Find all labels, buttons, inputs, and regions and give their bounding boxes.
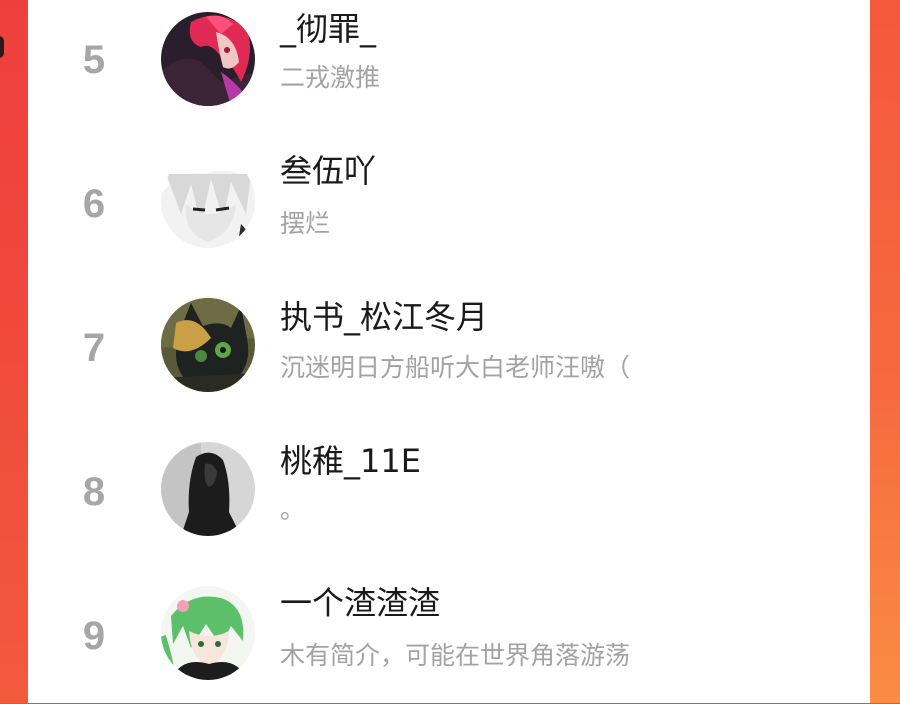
avatar[interactable] [161,586,255,680]
bio: 沉迷明日方船听大白老师汪嗷（ [280,353,631,382]
bio: 摆烂 [280,209,331,238]
bio: 木有简介，可能在世界角落游荡 [280,641,631,670]
avatar-cat-mask-hero-icon [161,298,255,392]
left-background-strip [0,0,28,703]
bio: 二戎激推 [280,63,381,92]
username: _彻罪_ [280,10,377,48]
avatar[interactable] [161,12,255,106]
avatar-red-hair-anime-icon [161,12,255,106]
rank-number: 9 [82,614,106,658]
list-item[interactable]: 7 执书_松江冬月 沉迷明日方船听大白老师汪嗷（ [28,276,870,416]
rank-number: 5 [82,38,106,82]
bio: 。 [280,495,306,524]
avatar[interactable] [161,154,255,248]
avatar-green-hair-anime-icon [161,586,255,680]
avatar[interactable] [161,298,255,392]
edge-fragment [0,36,4,58]
rank-number: 7 [82,326,106,370]
avatar[interactable] [161,442,255,536]
right-background-strip [870,0,900,703]
list-item[interactable]: 5 _彻罪_ 二戎激推 [28,0,870,128]
list-item[interactable]: 8 桃稚_11E 。 [28,420,870,560]
avatar-white-hair-manga-icon [161,154,255,248]
rank-number: 8 [82,470,106,514]
avatar-dark-hair-photo-icon [161,442,255,536]
username: 叁伍吖 [280,152,377,190]
rank-number: 6 [82,182,106,226]
list-item[interactable]: 6 叁伍吖 摆烂 [28,132,870,272]
username: 一个渣渣渣 [280,584,441,622]
username: 桃稚_11E [280,442,421,480]
list-item[interactable]: 9 一个渣渣渣 木有简介，可能在世界角落游荡 [28,564,870,704]
leaderboard-panel: 5 _彻罪_ 二戎激推 6 叁伍吖 摆烂 7 执书_松江冬月 沉迷明日方船听大白… [28,0,870,703]
username: 执书_松江冬月 [280,298,489,336]
